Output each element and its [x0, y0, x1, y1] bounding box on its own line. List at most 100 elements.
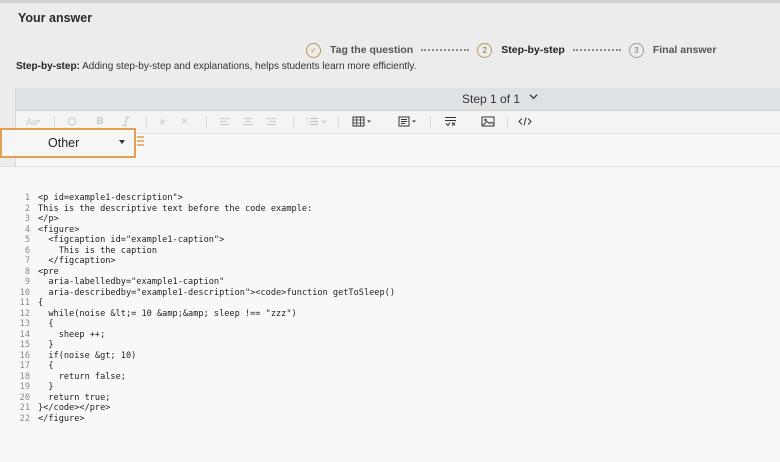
font-size-icon[interactable]: Aa ▾ [22, 115, 44, 128]
code-text: This is the caption [38, 245, 157, 256]
subscript-icon[interactable] [180, 115, 192, 128]
line-number: 3 [24, 214, 30, 224]
code-line[interactable]: 9 aria-labelledby="example1-caption" [14, 277, 395, 288]
line-number: 14 [19, 329, 30, 340]
help-text: Step-by-step: Adding step-by-step and ex… [16, 61, 416, 72]
code-text: { [38, 319, 54, 329]
align-left-icon[interactable] [219, 115, 231, 128]
line-number: 19 [19, 382, 30, 392]
chevron-down-icon[interactable] [529, 92, 538, 101]
line-number: 15 [19, 340, 30, 350]
code-text: } [38, 340, 54, 350]
line-number: 21 [19, 403, 30, 413]
top-border [0, 0, 780, 3]
code-text: This is the descriptive text before the … [38, 203, 313, 214]
code-line[interactable]: 1 <p id=example1-description"> [14, 193, 395, 204]
language-select[interactable]: Other [0, 128, 136, 158]
section-title: Your answer [18, 11, 93, 25]
toolbar-divider [54, 116, 55, 128]
step-3-number-icon[interactable]: 3 [628, 42, 644, 58]
progress-stepper: ✓ Tag the question 2 Step-by-step 3 Fina… [306, 38, 716, 62]
code-text: while(noise &lt;= 10 &amp;&amp; sleep !=… [38, 308, 297, 319]
line-number: 2 [24, 203, 30, 214]
line-number: 11 [19, 298, 30, 308]
code-line[interactable]: 4 <figure> [14, 225, 395, 236]
code-text: if(noise &gt; 10) [38, 350, 137, 361]
code-line[interactable]: 18 return false; [14, 372, 395, 383]
code-text: { [38, 361, 54, 371]
code-block-icon[interactable] [398, 115, 420, 128]
code-line[interactable]: 10 aria-describedby="example1-descriptio… [14, 288, 395, 299]
line-number: 16 [19, 350, 30, 361]
link-icon[interactable] [66, 115, 78, 128]
code-line[interactable]: 8 <pre [14, 267, 395, 278]
code-line[interactable]: 6 This is the caption [14, 246, 395, 257]
line-number: 20 [19, 392, 30, 403]
line-number: 5 [24, 235, 30, 245]
code-line[interactable]: 15 } [14, 340, 395, 351]
code-text: }</code></pre> [38, 403, 111, 413]
line-number: 10 [19, 287, 30, 298]
dropdown-caret-icon [119, 140, 125, 144]
line-number: 12 [19, 308, 30, 319]
line-number: 22 [19, 413, 30, 424]
equation-icon[interactable] [444, 115, 458, 128]
step-2-label[interactable]: Step-by-step [501, 44, 565, 56]
code-line[interactable]: 12 while(noise &lt;= 10 &amp;&amp; sleep… [14, 309, 395, 320]
line-number: 9 [24, 277, 30, 287]
code-text: <figure> [38, 224, 80, 235]
code-text: <figcaption id="example1-caption"> [38, 235, 225, 245]
code-text: </figure> [38, 413, 85, 424]
step-3-label[interactable]: Final answer [653, 44, 717, 56]
code-line[interactable]: 21 }</code></pre> [14, 403, 395, 414]
bold-icon[interactable]: B [94, 115, 106, 128]
table-icon[interactable] [352, 115, 374, 128]
help-description: Adding step-by-step and explanations, he… [82, 61, 417, 72]
list-icon[interactable] [306, 115, 328, 128]
line-number: 18 [19, 371, 30, 382]
code-lines: 1 <p id=example1-description"> 2 This is th… [14, 193, 395, 424]
toolbar-divider [206, 116, 207, 128]
step-header[interactable]: Step 1 of 1 [16, 88, 780, 111]
code-text: sheep ++; [38, 329, 106, 340]
code-line[interactable]: 7 </figcaption> [14, 256, 395, 267]
code-line[interactable]: 22 </figure> [14, 414, 395, 425]
image-icon[interactable] [481, 115, 495, 128]
line-number: 8 [24, 266, 30, 277]
code-line[interactable]: 13 { [14, 319, 395, 330]
code-text: { [38, 298, 44, 308]
code-text: <p id=example1-description"> [38, 193, 183, 203]
align-right-icon[interactable] [265, 115, 277, 128]
help-label: Step-by-step: [16, 61, 80, 72]
code-line[interactable]: 20 return true; [14, 393, 395, 404]
drag-handle-icon[interactable] [137, 136, 144, 150]
toolbar-divider [293, 116, 294, 128]
step-2-number-icon[interactable]: 2 [477, 42, 493, 58]
align-center-icon[interactable] [242, 115, 254, 128]
line-number: 17 [19, 361, 30, 371]
code-editor[interactable]: 1 <p id=example1-description"> 2 This is th… [0, 167, 780, 462]
step-connector-2 [572, 49, 621, 51]
code-line[interactable]: 19 } [14, 382, 395, 393]
code-line[interactable]: 3 </p> [14, 214, 395, 225]
code-line[interactable]: 2 This is the descriptive text before the… [14, 204, 395, 215]
step-1-check-icon[interactable]: ✓ [306, 42, 321, 58]
code-line[interactable]: 5 <figcaption id="example1-caption"> [14, 235, 395, 246]
line-number: 6 [24, 245, 30, 256]
code-line[interactable]: 17 { [14, 361, 395, 372]
code-line[interactable]: 14 sheep ++; [14, 330, 395, 341]
code-icon[interactable] [518, 115, 532, 128]
superscript-icon[interactable] [158, 115, 170, 128]
code-text: aria-labelledby="example1-caption" [38, 277, 225, 287]
code-text: } [38, 382, 54, 392]
toolbar-divider [338, 116, 339, 128]
code-line[interactable]: 11 { [14, 298, 395, 309]
language-select-value: Other [48, 136, 80, 150]
step-1-label[interactable]: Tag the question [330, 44, 413, 56]
italic-icon[interactable] [120, 115, 132, 128]
code-line[interactable]: 16 if(noise &gt; 10) [14, 351, 395, 362]
toolbar-divider [430, 116, 431, 128]
step-header-label: Step 1 of 1 [462, 92, 521, 106]
line-number: 1 [24, 193, 30, 203]
toolbar-divider [507, 116, 508, 128]
